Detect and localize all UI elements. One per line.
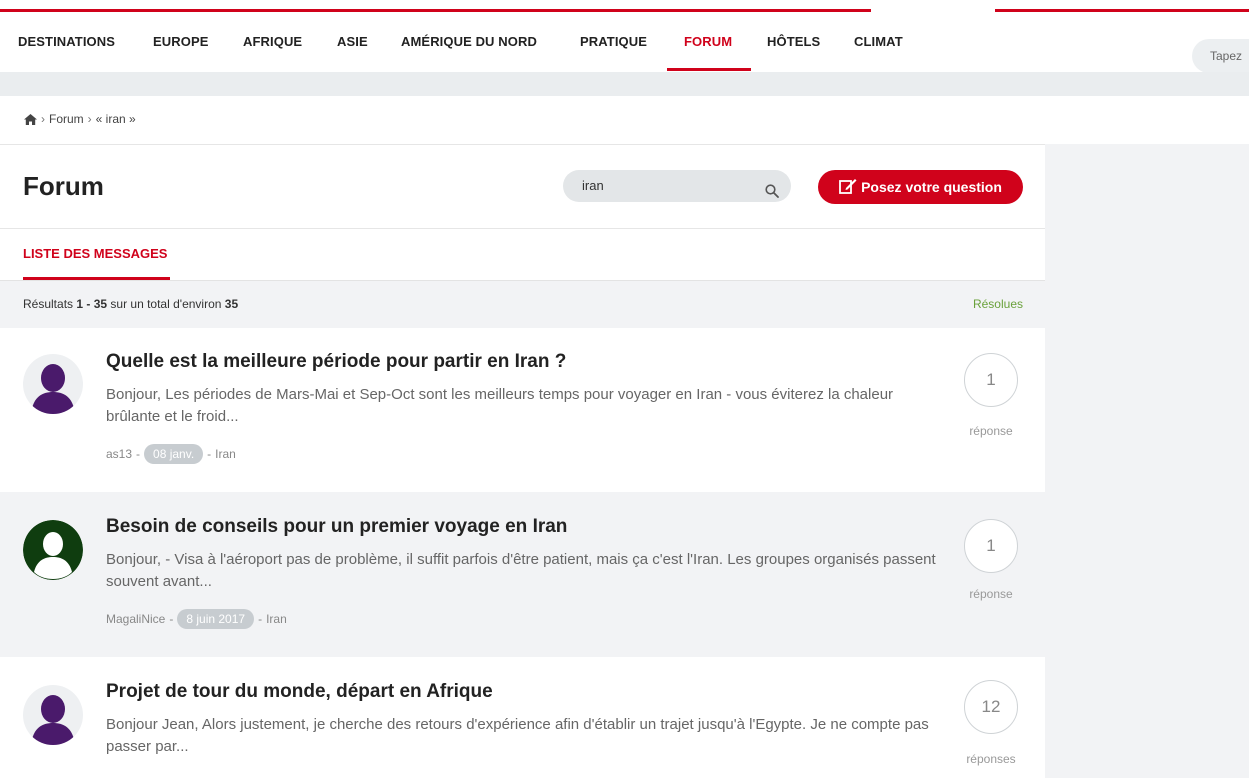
post-date: 08 janv. [144,444,204,464]
post-title[interactable]: Besoin de conseils pour un premier voyag… [106,516,567,538]
home-icon[interactable] [24,113,37,125]
grey-band [0,72,1249,96]
page-title: Forum [23,171,104,201]
edit-icon [839,178,857,197]
forum-search-input[interactable]: iran [563,170,791,202]
user-avatar-icon [31,695,75,745]
meta-separator: - [258,612,263,626]
top-search-input[interactable]: Tapez [1192,39,1249,73]
avatar[interactable] [23,520,83,580]
user-avatar-icon [31,364,75,414]
avatar[interactable] [23,354,83,414]
tab-message-list[interactable]: LISTE DES MESSAGES [23,246,167,261]
results-range: 1 - 35 [76,297,108,311]
post-title[interactable]: Projet de tour du monde, départ en Afriq… [106,681,493,703]
nav-destinations[interactable]: DESTINATIONS [18,34,115,49]
breadcrumb-separator: › [87,112,92,126]
breadcrumb-forum[interactable]: Forum [49,112,84,126]
ask-question-label: Posez votre question [861,179,1002,195]
post-excerpt: Bonjour Jean, Alors justement, je cherch… [106,716,929,755]
avatar[interactable] [23,685,83,745]
list-item[interactable]: Quelle est la meilleure période pour par… [0,327,1045,492]
breadcrumb-current: « iran » [95,112,136,126]
resolved-filter-link[interactable]: Résolues [973,297,1023,311]
post-destination[interactable]: Iran [266,612,287,626]
post-destination[interactable]: Iran [215,447,236,461]
main-nav: DESTINATIONS EUROPE AFRIQUE ASIE AMÉRIQU… [0,12,1249,73]
list-item[interactable]: Besoin de conseils pour un premier voyag… [0,492,1045,657]
post-excerpt: Bonjour, Les périodes de Mars-Mai et Sep… [106,386,894,425]
post-title[interactable]: Quelle est la meilleure période pour par… [106,351,566,373]
post-meta: as13 - 08 janv. - Iran [106,444,236,464]
breadcrumb-separator: › [41,112,45,126]
nav-active-underline [667,68,751,71]
nav-europe[interactable]: EUROPE [153,34,209,49]
nav-asie[interactable]: ASIE [337,34,368,49]
post-meta: MagaliNice - 8 juin 2017 - Iran [106,609,287,629]
meta-separator: - [169,612,174,626]
divider [0,228,1045,229]
nav-hotels[interactable]: HÔTELS [767,34,820,49]
search-icon[interactable] [765,178,779,210]
nav-pratique[interactable]: PRATIQUE [580,34,647,49]
post-author[interactable]: as13 [106,447,132,461]
meta-separator: - [136,447,141,461]
post-date: 8 juin 2017 [177,609,255,629]
divider [0,144,1045,145]
nav-afrique[interactable]: AFRIQUE [243,34,302,49]
ask-question-button[interactable]: Posez votre question [818,170,1023,204]
meta-separator: - [207,447,212,461]
results-total: 35 [224,297,239,311]
nav-climat[interactable]: CLIMAT [854,34,903,49]
post-author[interactable]: MagaliNice [106,612,165,626]
reply-count: 1 [964,353,1018,407]
reply-count: 1 [964,519,1018,573]
user-avatar-icon [23,520,83,580]
search-value: iran [582,178,604,193]
reply-count-label: réponse [969,424,1013,438]
right-sidebar [1045,144,1249,778]
results-bar: Résultats 1 - 35 sur un total d'environ … [0,280,1045,328]
results-prefix: Résultats [23,297,74,311]
nav-forum[interactable]: FORUM [684,34,732,49]
results-summary: Résultats 1 - 35 sur un total d'environ … [23,297,238,311]
results-middle: sur un total d'environ [110,297,222,311]
breadcrumb: › Forum › « iran » [24,112,136,126]
list-item[interactable]: Projet de tour du monde, départ en Afriq… [0,657,1045,778]
reply-count: 12 [964,680,1018,734]
reply-count-label: réponse [969,587,1013,601]
post-excerpt: Bonjour, - Visa à l'aéroport pas de prob… [106,551,936,590]
reply-count-label: réponses [966,752,1016,766]
nav-amerique-du-nord[interactable]: AMÉRIQUE DU NORD [401,34,537,49]
